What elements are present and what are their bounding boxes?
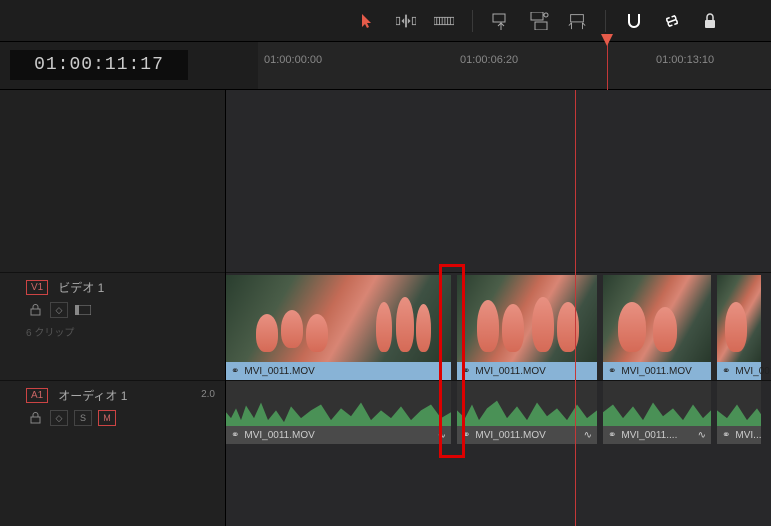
- insert-clip-icon[interactable]: [491, 11, 511, 31]
- clip-label-bar: ⚭ MVI...: [717, 426, 761, 444]
- clip-link-icon: ⚭: [462, 366, 470, 377]
- timeline-main: V1 ビデオ 1 ◇ 6 クリップ 2.0 A1 オーディオ 1: [0, 90, 771, 526]
- clip-label-bar: ⚭ MVI_0011.MOV ∿: [226, 426, 451, 444]
- timeline-header: 01:00:11:17 01:00:00:00 01:00:06:20 01:0…: [0, 42, 771, 90]
- ruler-tick: 01:00:06:20: [460, 54, 518, 66]
- clip-link-icon: ⚭: [231, 430, 239, 441]
- overwrite-clip-icon[interactable]: [529, 11, 549, 31]
- track-auto-select-icon[interactable]: ◇: [50, 302, 68, 318]
- clip-thumbnail: [226, 275, 451, 362]
- fade-icon: ∿: [584, 430, 592, 441]
- clip-filename: MVI...: [735, 430, 761, 441]
- timeline-ruler[interactable]: 01:00:00:00 01:00:06:20 01:00:13:10: [258, 42, 771, 89]
- fade-icon: ∿: [698, 430, 706, 441]
- audio-clip[interactable]: ⚭ MVI_0011.MOV ∿: [457, 381, 597, 444]
- audio-channels-label: 2.0: [201, 389, 215, 400]
- clip-link-icon: ⚭: [608, 430, 616, 441]
- clip-filename: MVI_0011.MOV: [244, 366, 314, 377]
- track-headers-panel: V1 ビデオ 1 ◇ 6 クリップ 2.0 A1 オーディオ 1: [0, 90, 226, 526]
- audio-clip[interactable]: ⚭ MVI_0011.MOV ∿: [226, 381, 451, 444]
- clip-label-bar: ⚭ MVI_0011.MOV: [603, 362, 711, 380]
- video-clip[interactable]: ⚭ MVI_0011.MOV: [457, 275, 597, 380]
- audio-waveform: [226, 381, 451, 426]
- clip-filename: MVI_0011....: [735, 366, 771, 377]
- timeline-clips-area[interactable]: ⚭ MVI_0011.MOV ⚭ MVI_0011.MOV ⚭: [226, 90, 771, 526]
- replace-clip-icon[interactable]: [567, 11, 587, 31]
- clip-count-label: 6 クリップ: [26, 324, 215, 339]
- ruler-tick: 01:00:00:00: [264, 54, 322, 66]
- clip-label-bar: ⚭ MVI_0011.MOV: [226, 362, 451, 380]
- track-lock-icon[interactable]: [26, 302, 44, 318]
- clip-link-icon: ⚭: [722, 366, 730, 377]
- lock-icon[interactable]: [700, 11, 720, 31]
- snap-icon[interactable]: [624, 11, 644, 31]
- link-icon[interactable]: [662, 11, 682, 31]
- audio-waveform: [457, 381, 597, 426]
- fade-icon: ∿: [438, 430, 446, 441]
- toolbar-separator: [605, 10, 606, 32]
- clip-label-bar: ⚭ MVI_0011.MOV: [457, 362, 597, 380]
- clip-label-bar: ⚭ MVI_0011.MOV ∿: [457, 426, 597, 444]
- video-track-header[interactable]: V1 ビデオ 1 ◇ 6 クリップ: [0, 272, 225, 380]
- clip-thumbnail: [603, 275, 711, 362]
- clip-label-bar: ⚭ MVI_0011.... ∿: [603, 426, 711, 444]
- clip-link-icon: ⚭: [722, 430, 730, 441]
- track-auto-select-icon[interactable]: ◇: [50, 410, 68, 426]
- audio-clip[interactable]: ⚭ MVI...: [717, 381, 761, 444]
- audio-track-header[interactable]: 2.0 A1 オーディオ 1 ◇ S M: [0, 380, 225, 444]
- trim-tool-icon[interactable]: [396, 11, 416, 31]
- timecode-display[interactable]: 01:00:11:17: [10, 50, 188, 80]
- audio-track-name: オーディオ 1: [58, 387, 127, 404]
- audio-waveform: [717, 381, 761, 426]
- clip-link-icon: ⚭: [462, 430, 470, 441]
- clip-filename: MVI_0011.MOV: [244, 430, 314, 441]
- clip-filename: MVI_0011....: [621, 430, 677, 441]
- video-clip[interactable]: ⚭ MVI_0011....: [717, 275, 761, 380]
- audio-track-lane[interactable]: ⚭ MVI_0011.MOV ∿ ⚭ MVI_0011.MOV ∿: [226, 380, 771, 444]
- selection-tool-icon[interactable]: [358, 11, 378, 31]
- video-track-lane[interactable]: ⚭ MVI_0011.MOV ⚭ MVI_0011.MOV ⚭: [226, 272, 771, 380]
- clip-label-bar: ⚭ MVI_0011....: [717, 362, 761, 380]
- playhead[interactable]: [607, 42, 608, 90]
- clip-link-icon: ⚭: [608, 366, 616, 377]
- solo-button[interactable]: S: [74, 410, 92, 426]
- clip-filename: MVI_0011.MOV: [621, 366, 691, 377]
- audio-clip[interactable]: ⚭ MVI_0011.... ∿: [603, 381, 711, 444]
- track-lock-icon[interactable]: [26, 410, 44, 426]
- clip-filename: MVI_0011.MOV: [475, 366, 545, 377]
- clip-thumbnail: [457, 275, 597, 362]
- clip-thumbnail: [717, 275, 761, 362]
- clip-link-icon: ⚭: [231, 366, 239, 377]
- playhead-line[interactable]: [575, 90, 576, 526]
- audio-waveform: [603, 381, 711, 426]
- video-track-name: ビデオ 1: [58, 279, 104, 296]
- toolbar-separator: [472, 10, 473, 32]
- ruler-tick: 01:00:13:10: [656, 54, 714, 66]
- video-track-badge[interactable]: V1: [26, 280, 48, 295]
- audio-track-badge[interactable]: A1: [26, 388, 48, 403]
- mute-button[interactable]: M: [98, 410, 116, 426]
- clip-filename: MVI_0011.MOV: [475, 430, 545, 441]
- razor-tool-icon[interactable]: [434, 11, 454, 31]
- track-thumbnails-icon[interactable]: [74, 302, 92, 318]
- video-clip[interactable]: ⚭ MVI_0011.MOV: [226, 275, 451, 380]
- video-clip[interactable]: ⚭ MVI_0011.MOV: [603, 275, 711, 380]
- timeline-toolbar: [0, 0, 771, 42]
